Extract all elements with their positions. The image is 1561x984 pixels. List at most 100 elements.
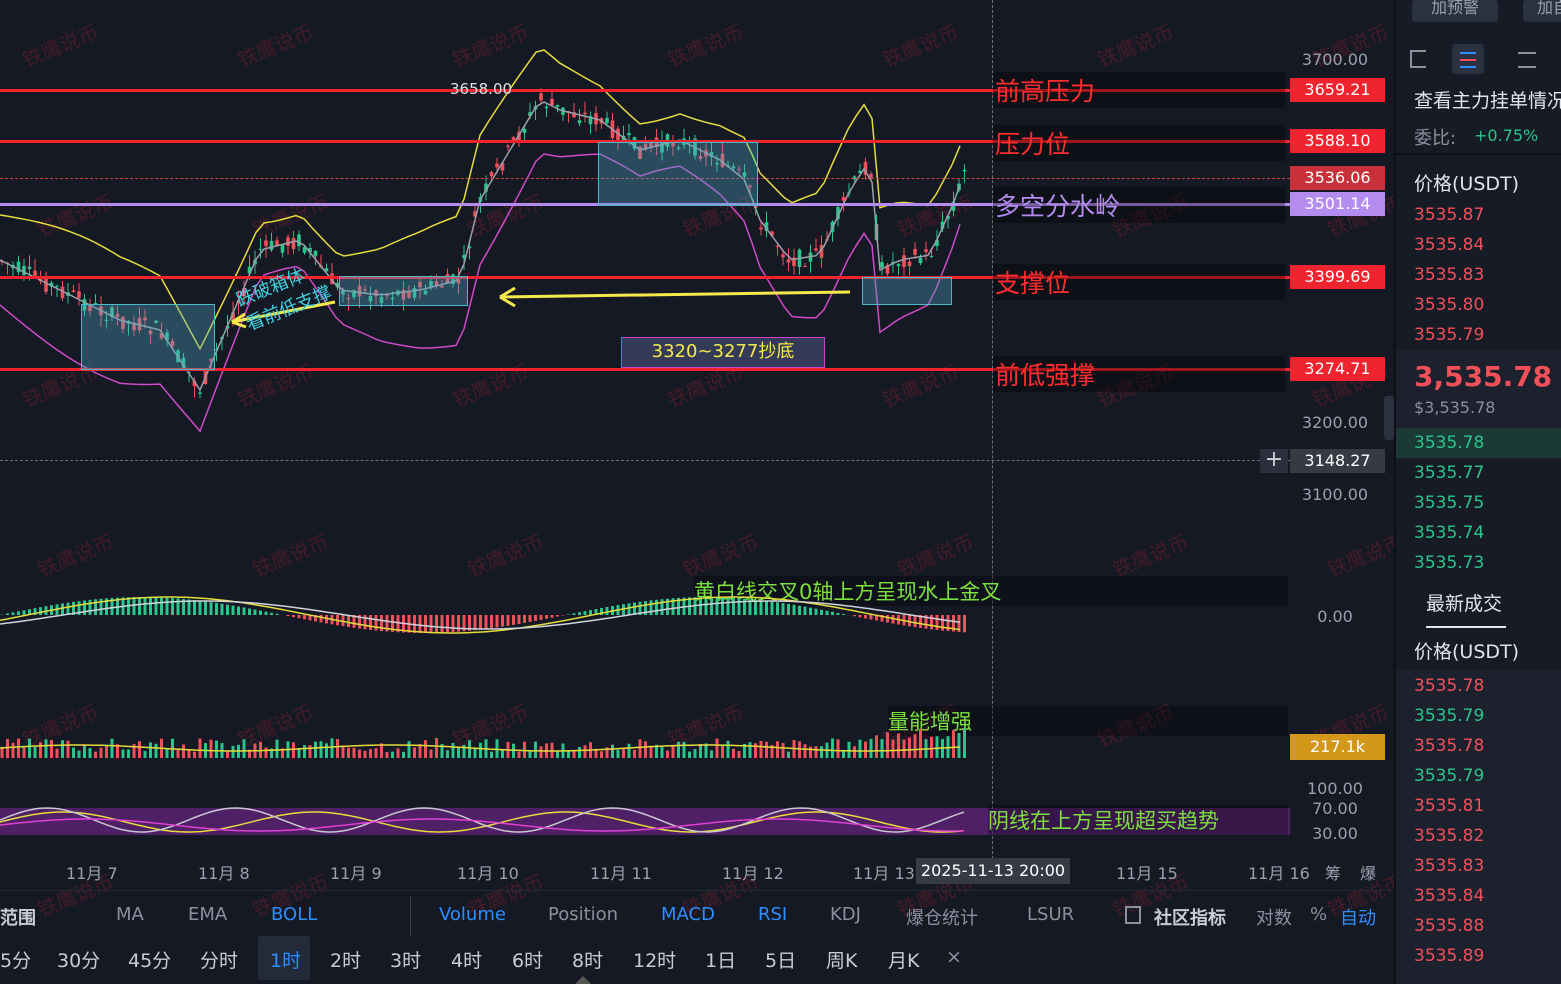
kline-chart[interactable]: 铁鹰说币 铁鹰说币 铁鹰说币 铁鹰说币 铁鹰说币 铁鹰说币 铁鹰说币 铁鹰说币 铁鹰说币 铁鹰说币… <box>0 0 1407 984</box>
volume-bar <box>853 746 856 758</box>
crosshair-time-tag: 2025-11-13 20:00 <box>916 858 1070 884</box>
macd-bar <box>765 600 768 615</box>
volume-bar <box>226 751 229 758</box>
macd-bar <box>528 615 532 622</box>
volume-bar <box>847 741 851 758</box>
trades-tab[interactable]: 最新成交 <box>1426 589 1502 616</box>
volume-bar <box>6 738 9 758</box>
macd-bar <box>11 612 15 615</box>
ask-price[interactable]: 3535.80 <box>1414 295 1484 315</box>
volume-bar <box>352 747 356 758</box>
volume-bar <box>902 739 906 758</box>
ask-price[interactable]: 3535.79 <box>1414 325 1484 345</box>
ind-percent[interactable]: % <box>1310 904 1327 925</box>
ask-price[interactable]: 3535.83 <box>1414 265 1484 285</box>
volume-bar <box>649 747 653 758</box>
ind-community[interactable]: 社区指标 <box>1154 904 1226 930</box>
chips-toggle[interactable]: 筹 <box>1325 860 1341 884</box>
macd-bar <box>143 597 147 615</box>
volume-bar <box>72 747 75 758</box>
bid-price[interactable]: 3535.74 <box>1414 523 1484 543</box>
layout-icon-3[interactable] <box>1518 52 1536 68</box>
tf-45m[interactable]: 45分 <box>128 946 171 973</box>
bid-price[interactable]: 3535.75 <box>1414 493 1484 513</box>
macd-zero-label: 0.00 <box>1317 607 1353 626</box>
last-price: 3,535.78 <box>1414 360 1553 393</box>
ind-liquidation[interactable]: 爆仓统计 <box>906 904 978 930</box>
crosshair-price-tag: 3148.27 <box>1290 449 1385 473</box>
macd-bar <box>451 615 455 633</box>
tf-1h[interactable]: 1时 <box>270 946 301 973</box>
tf-4h[interactable]: 4时 <box>451 946 482 973</box>
macd-bar <box>550 615 554 618</box>
ind-log[interactable]: 对数 <box>1256 904 1292 930</box>
volume-bar <box>468 740 471 758</box>
tf-timeshare[interactable]: 分时 <box>200 946 238 973</box>
tf-30m[interactable]: 30分 <box>57 946 100 973</box>
ind-rsi[interactable]: RSI <box>758 904 787 925</box>
volume-bar <box>314 741 317 758</box>
ind-ema[interactable]: EMA <box>188 904 227 925</box>
macd-bar <box>787 603 790 615</box>
volume-bar <box>347 747 350 758</box>
macd-bar <box>831 611 834 615</box>
add-alert-button[interactable]: 加预警 <box>1412 0 1498 22</box>
volume-bar <box>638 739 642 758</box>
ind-boll[interactable]: BOLL <box>271 904 317 925</box>
orderbook-sidebar: 加预警 加自 查看主力挂单情况 委比: +0.75% 价格(USDT) 3535… <box>1384 0 1561 984</box>
layout-icon-2[interactable] <box>1452 44 1484 74</box>
tf-2h[interactable]: 2时 <box>330 946 361 973</box>
bid-price[interactable]: 3535.78 <box>1414 433 1484 453</box>
ask-price[interactable]: 3535.87 <box>1414 205 1484 225</box>
volume-bar <box>275 739 279 758</box>
macd-bar <box>512 615 515 625</box>
y-tick-3100: 3100.00 <box>1301 485 1369 504</box>
tf-5m[interactable]: 5分 <box>0 946 31 973</box>
macd-bar <box>732 597 735 615</box>
bid-price[interactable]: 3535.73 <box>1414 553 1484 573</box>
tf-12h[interactable]: 12时 <box>633 946 676 973</box>
macd-bar <box>776 602 779 615</box>
volume-bar <box>429 749 433 758</box>
macd-bar <box>781 603 785 615</box>
edit-icon[interactable] <box>1125 906 1141 924</box>
macd-bar <box>231 605 235 615</box>
volume-bar <box>154 743 158 758</box>
tf-1d[interactable]: 1日 <box>705 946 736 973</box>
tf-5d[interactable]: 5日 <box>765 946 796 973</box>
ind-position[interactable]: Position <box>548 904 618 925</box>
collapse-handle[interactable] <box>1384 396 1394 440</box>
tf-3h[interactable]: 3时 <box>390 946 421 973</box>
macd-bar <box>572 613 576 615</box>
tf-month[interactable]: 月K <box>888 946 919 973</box>
tf-8h[interactable]: 8时 <box>572 946 603 973</box>
liquidation-toggle[interactable]: 爆 <box>1360 860 1376 884</box>
tf-6h[interactable]: 6时 <box>512 946 543 973</box>
ind-macd[interactable]: MACD <box>661 904 715 925</box>
expand-arrow-icon[interactable] <box>575 976 591 984</box>
orderbook-title[interactable]: 查看主力挂单情况 <box>1414 86 1561 113</box>
tf-close-button[interactable]: × <box>946 946 962 968</box>
ind-auto[interactable]: 自动 <box>1340 904 1376 930</box>
volume-bar <box>264 747 268 758</box>
trade-price: 3535.83 <box>1414 856 1485 876</box>
ind-kdj[interactable]: KDJ <box>830 904 861 925</box>
layout-icon-1[interactable] <box>1410 50 1426 68</box>
bid-price[interactable]: 3535.77 <box>1414 463 1484 483</box>
macd-bar <box>825 610 829 615</box>
macd-bar <box>83 600 86 615</box>
add-custom-button[interactable]: 加自 <box>1523 0 1561 22</box>
trade-price: 3535.79 <box>1414 766 1485 786</box>
tf-week[interactable]: 周K <box>826 946 857 973</box>
volume-bar <box>83 744 86 758</box>
ratio-label: 委比: <box>1414 128 1457 149</box>
ind-range[interactable]: 范围 <box>0 904 36 930</box>
ind-volume[interactable]: Volume <box>439 904 506 925</box>
volume-bar <box>374 748 378 758</box>
volume-bar <box>55 748 59 758</box>
ind-lsur[interactable]: LSUR <box>1027 904 1074 925</box>
macd-bar <box>556 615 559 617</box>
volume-bar <box>407 741 411 758</box>
ask-price[interactable]: 3535.84 <box>1414 235 1484 255</box>
ind-ma[interactable]: MA <box>116 904 144 925</box>
